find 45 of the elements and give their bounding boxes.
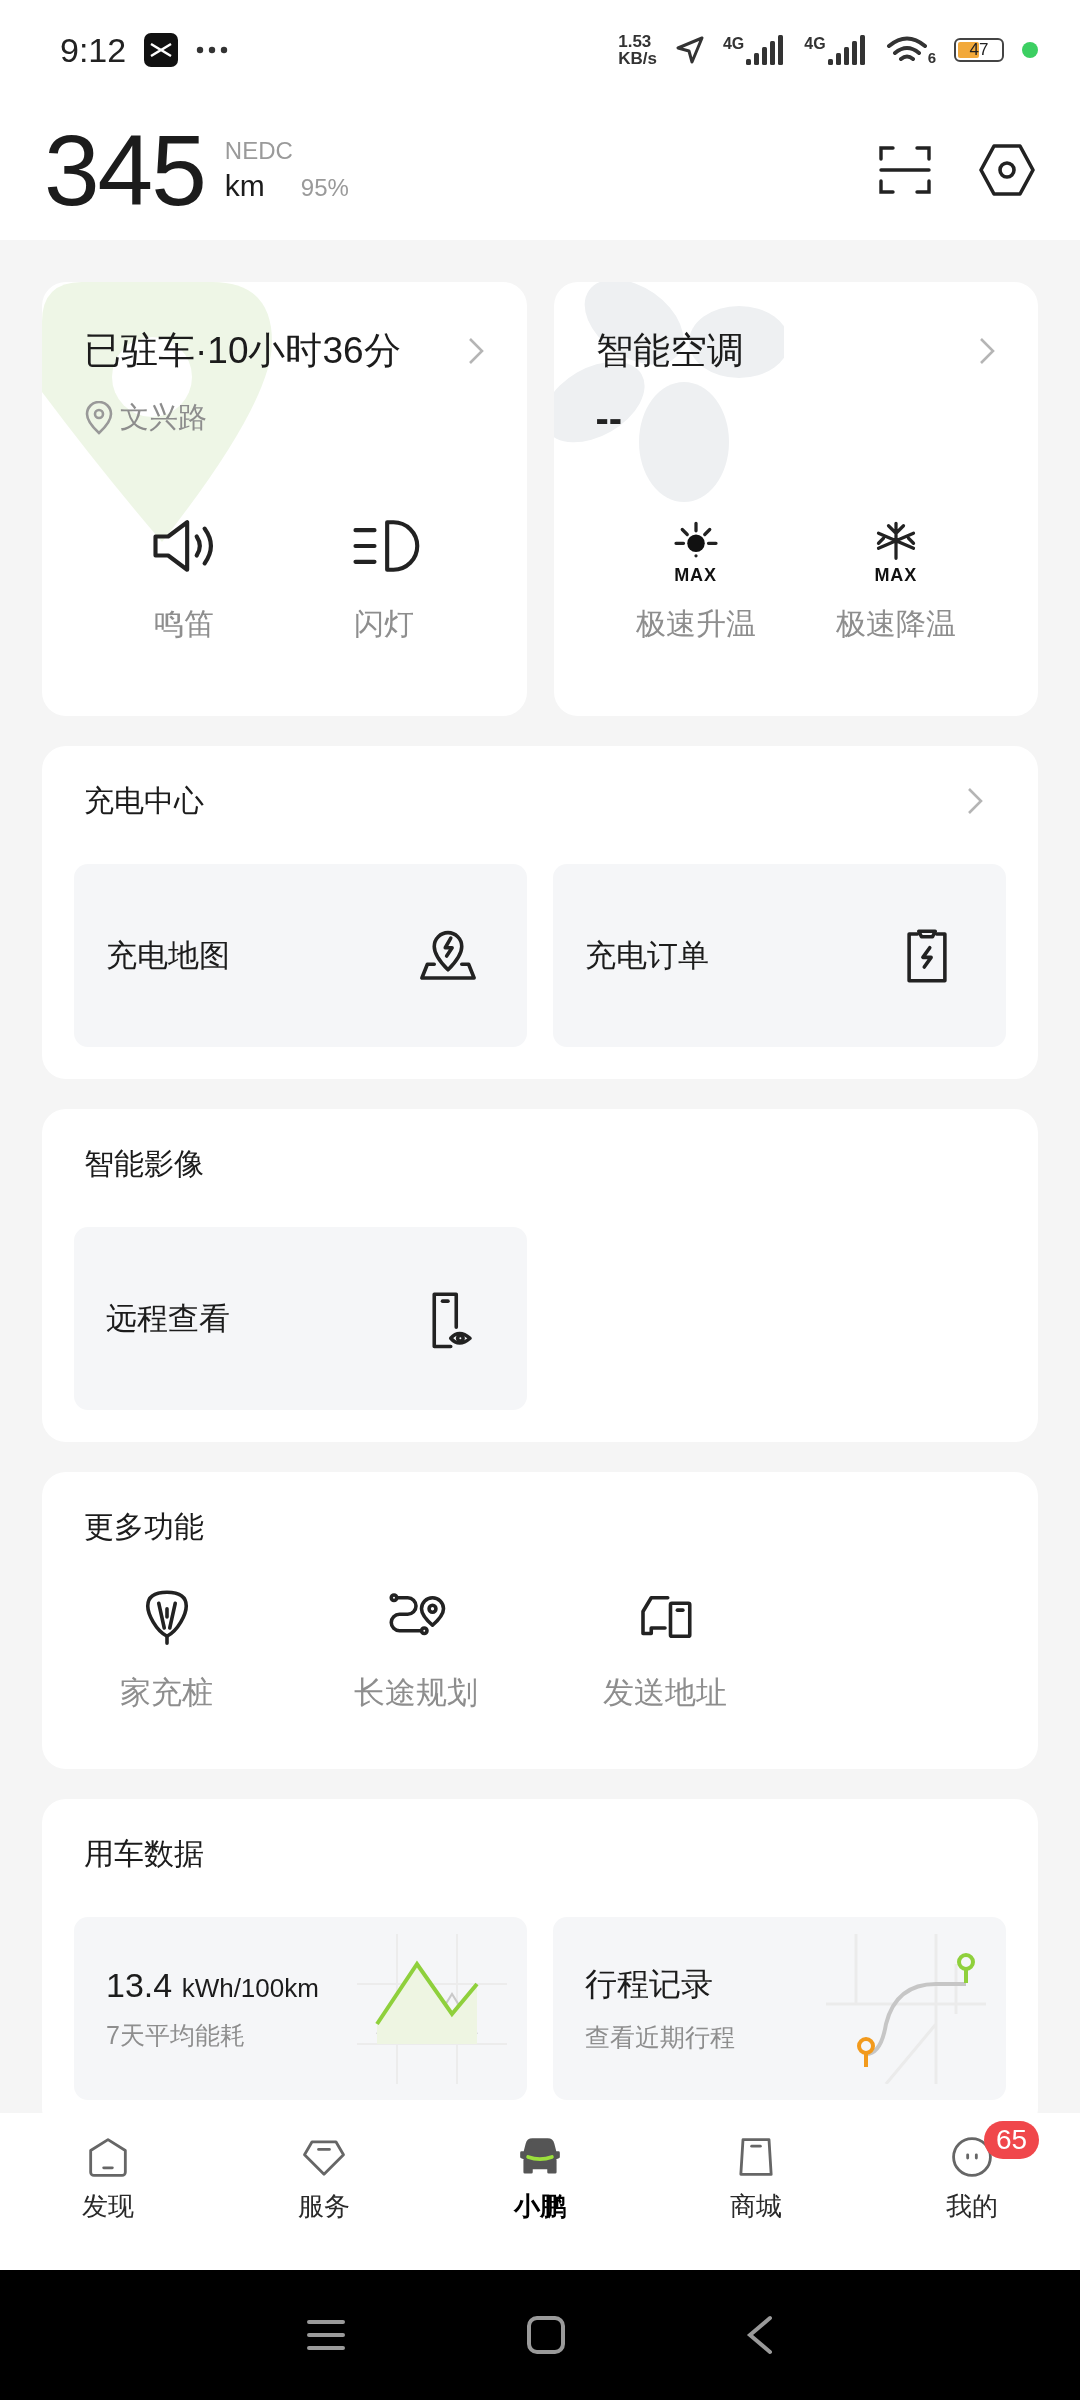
- feature-tile[interactable]: 充电地图: [74, 864, 527, 1047]
- range-standard: NEDC: [224, 137, 294, 165]
- privacy-indicator-icon: [1022, 42, 1038, 58]
- section-title: 用车数据: [84, 1835, 204, 1872]
- nav-tab[interactable]: 商城: [648, 2113, 864, 2270]
- energy-consumption: 13.4 kWh/100km: [106, 1965, 319, 2005]
- climate-action-button[interactable]: MAX 极速升温: [595, 508, 796, 645]
- climate-card[interactable]: 智能空调 -- MAX 极速升温 MAX 极速降温: [553, 282, 1038, 716]
- home-icon[interactable]: [526, 2315, 566, 2355]
- max-label: MAX: [674, 566, 718, 584]
- location-arrow-icon: [674, 35, 705, 65]
- range-value: 345: [44, 120, 205, 220]
- energy-caption: 7天平均能耗: [106, 2019, 246, 2051]
- range-unit: km: [224, 169, 265, 203]
- battery-percent: 95%: [300, 174, 349, 202]
- trip-record-caption: 查看近期行程: [585, 2022, 735, 2053]
- more-dots-icon: [196, 46, 229, 54]
- energy-tile[interactable]: 13.4 kWh/100km 7天平均能耗: [74, 1917, 527, 2100]
- battery-icon: 47: [954, 38, 1004, 62]
- nav-tab[interactable]: 我的 65: [864, 2113, 1080, 2270]
- feature-tile[interactable]: 远程查看: [74, 1227, 527, 1410]
- section-title: 更多功能: [84, 1508, 204, 1545]
- climate-temperature: --: [595, 395, 623, 441]
- section-title: 智能影像: [84, 1145, 204, 1182]
- max-label: MAX: [874, 566, 918, 584]
- notification-count: 65: [984, 2121, 1040, 2159]
- feature-tile[interactable]: 充电订单: [553, 864, 1006, 1047]
- climate-action-button[interactable]: MAX 极速降温: [795, 508, 996, 645]
- nav-tab[interactable]: 发现: [0, 2113, 216, 2270]
- settings-button[interactable]: [978, 143, 1036, 197]
- parking-status: 已驻车·10小时36分: [84, 329, 401, 373]
- parking-location: 文兴路: [120, 400, 207, 435]
- app-notification-icon: [144, 33, 179, 67]
- trip-record-title: 行程记录: [585, 1965, 714, 2004]
- climate-title: 智能空调: [595, 329, 744, 373]
- menu-icon[interactable]: [306, 2318, 346, 2352]
- nav-tab[interactable]: 服务: [216, 2113, 432, 2270]
- location-pin-icon: [84, 401, 114, 435]
- network-speed: 1.53 KB/s: [618, 33, 657, 67]
- back-icon[interactable]: [746, 2315, 774, 2355]
- status-time: 9:12: [60, 30, 127, 70]
- section-title: 充电中心: [84, 782, 204, 819]
- scan-button[interactable]: [878, 145, 932, 195]
- trip-record-tile[interactable]: 行程记录 查看近期行程: [553, 1917, 1006, 2100]
- nav-tab[interactable]: 小鹏: [432, 2113, 648, 2270]
